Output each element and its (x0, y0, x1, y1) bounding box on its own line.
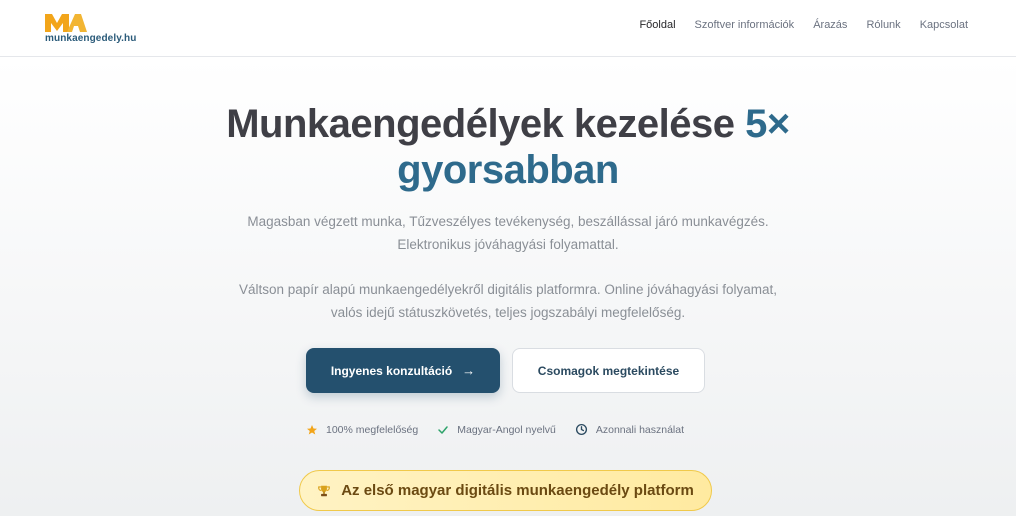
trophy-icon (318, 485, 331, 496)
view-packages-label: Csomagok megtekintése (537, 363, 680, 378)
logo[interactable]: munkaengedely.hu (45, 12, 145, 46)
nav-item-contact[interactable]: Kapcsolat (920, 19, 968, 31)
hero-section: Munkaengedélyek kezelése 5× gyorsabban M… (0, 57, 1016, 516)
arrow-right-icon: → (462, 363, 476, 378)
hero-description: Váltson papír alapú munkaengedélyekről d… (0, 278, 1016, 324)
hero-title: Munkaengedélyek kezelése 5× gyorsabban (0, 101, 1016, 193)
free-consultation-label: Ingyenes konzultáció (330, 363, 453, 378)
feature-label: Azonnali használat (595, 423, 685, 436)
clock-icon (575, 423, 587, 436)
nav-item-about[interactable]: Rólunk (866, 19, 900, 31)
free-consultation-button[interactable]: Ingyenes konzultáció → (306, 348, 500, 393)
feature-item: 100% megfelelőség (306, 424, 418, 436)
site-header: munkaengedely.hu Főoldal Szoftver inform… (0, 0, 1016, 57)
hero-subtitle: Magasban végzett munka, Tűzveszélyes tev… (0, 210, 1016, 256)
feature-label: 100% megfelelőség (326, 423, 419, 436)
hero-description-line1: Váltson papír alapú munkaengedélyekről d… (238, 282, 778, 297)
hero-subtitle-line2: Elektronikus jóváhagyási folyamattal. (397, 237, 619, 252)
first-platform-badge: Az első magyar digitális munkaengedély p… (299, 470, 712, 511)
nav-item-home[interactable]: Főoldal (639, 19, 675, 31)
feature-item: Azonnali használat (575, 423, 684, 436)
hero-title-main: Munkaengedélyek kezelése (226, 102, 735, 146)
nav-item-pricing[interactable]: Árazás (813, 19, 847, 31)
view-packages-button[interactable]: Csomagok megtekintése (512, 348, 705, 393)
main-nav: Főoldal Szoftver információk Árazás Rólu… (620, 19, 968, 31)
hero-description-line2: valós idejű státuszkövetés, teljes jogsz… (330, 305, 686, 320)
feature-label: Magyar-Angol nyelvű (457, 423, 556, 436)
hero-subtitle-line1: Magasban végzett munka, Tűzveszélyes tev… (247, 214, 769, 229)
star-icon (307, 424, 317, 434)
check-icon (438, 425, 448, 434)
logo-text: munkaengedely.hu (45, 33, 137, 44)
hero-title-accent-1: 5× (745, 102, 790, 146)
nav-item-software-info[interactable]: Szoftver információk (695, 19, 795, 31)
feature-item: Magyar-Angol nyelvű (437, 424, 556, 436)
hero-title-accent-2: gyorsabban (397, 148, 619, 192)
feature-list: 100% megfelelőség Magyar-Angol nyelvű Az… (306, 423, 703, 436)
badge-label: Az első magyar digitális munkaengedély p… (341, 482, 694, 499)
logo-mark-icon (45, 14, 87, 32)
